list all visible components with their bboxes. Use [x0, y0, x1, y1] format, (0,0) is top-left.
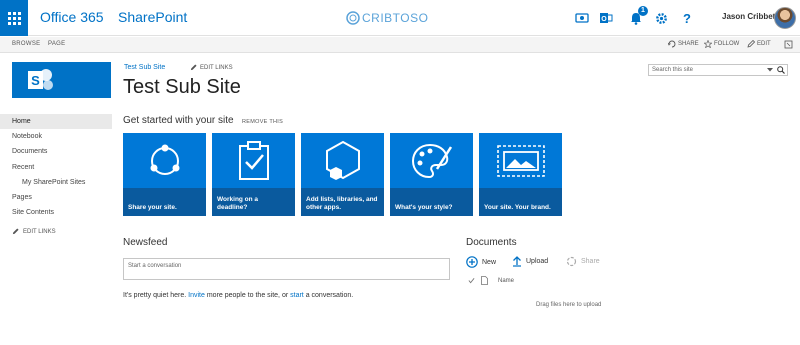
start-link[interactable]: start [290, 292, 304, 299]
share-label: SHARE [678, 41, 699, 47]
get-started-title: Get started with your site [123, 115, 234, 126]
company-logo-text: CRIBTOSO [362, 11, 429, 25]
share-icon [150, 144, 179, 175]
tile-caption: Your site. Your brand. [479, 188, 562, 216]
upload-icon [513, 256, 521, 267]
app-title[interactable]: SharePoint [118, 9, 187, 25]
search-input[interactable]: Search this site [652, 67, 693, 73]
edit-button[interactable]: EDIT [747, 40, 771, 48]
share-documents-label: Share [581, 258, 600, 265]
tile-share-site[interactable]: Share your site. [123, 133, 206, 216]
newsfeed-empty-message: It's pretty quiet here. Invite more peop… [123, 292, 353, 299]
office365-brand[interactable]: Office 365 [40, 9, 104, 25]
tile-caption: What's your style? [390, 188, 473, 216]
search-icon[interactable] [777, 66, 785, 74]
follow-button[interactable]: FOLLOW [704, 40, 739, 48]
site-logo[interactable]: S [12, 62, 111, 98]
svg-text:O: O [601, 16, 607, 23]
tile-caption: Add lists, libraries, and other apps. [301, 188, 384, 216]
follow-label: FOLLOW [714, 41, 740, 47]
search-box[interactable]: Search this site [648, 64, 788, 76]
nav-item-notebook[interactable]: Notebook [0, 129, 112, 144]
sharepoint-logo-icon: S [28, 69, 53, 90]
bell-icon[interactable]: 1 [628, 6, 648, 26]
page-title: Test Sub Site [123, 76, 241, 98]
checkmark-icon[interactable] [468, 277, 475, 284]
share-documents-button[interactable]: Share [566, 256, 600, 267]
video-icon[interactable] [574, 10, 590, 26]
newsfeed-title: Newsfeed [123, 237, 168, 248]
outlook-icon[interactable]: O [598, 10, 614, 26]
quiet-text-pre: It's pretty quiet here. [123, 292, 187, 299]
remove-this-link[interactable]: REMOVE THIS [242, 119, 283, 125]
documents-title: Documents [466, 237, 517, 248]
edit-links-top-button[interactable]: EDIT LINKS [190, 64, 233, 71]
suite-bar: Office 365 SharePoint CRIBTOSO O 1 ? Jas… [0, 0, 800, 36]
quick-launch: Home Notebook Documents Recent My ShareP… [0, 114, 112, 220]
quiet-text-post: a conversation. [305, 292, 354, 299]
waffle-icon[interactable] [0, 0, 28, 36]
share-icon [566, 256, 577, 267]
avatar[interactable] [774, 7, 796, 29]
invite-link[interactable]: Invite [188, 292, 205, 299]
company-logo: CRIBTOSO [346, 9, 428, 27]
picture-icon [496, 145, 545, 177]
tile-brand[interactable]: Your site. Your brand. [479, 133, 562, 216]
breadcrumb[interactable]: Test Sub Site [124, 64, 165, 71]
upload-label: Upload [526, 258, 549, 265]
nav-item-my-sharepoint-sites[interactable]: My SharePoint Sites [0, 175, 112, 190]
help-icon[interactable]: ? [679, 10, 695, 26]
logo-mark-icon [346, 11, 360, 25]
user-name[interactable]: Jason Cribbet [722, 12, 775, 21]
quiet-text-mid: more people to the site, or [206, 292, 289, 299]
svg-text:?: ? [683, 11, 691, 25]
plus-circle-icon [466, 256, 478, 268]
pencil-icon [190, 64, 197, 71]
clipboard-check-icon [238, 141, 269, 180]
documents-column-header: Name [468, 276, 514, 285]
pencil-icon [747, 40, 755, 48]
new-label: New [482, 258, 497, 266]
pencil-icon [12, 228, 19, 235]
share-icon [668, 40, 676, 48]
tile-caption: Working on a deadline? [212, 188, 295, 216]
focus-icon[interactable] [784, 40, 793, 49]
tile-caption: Share your site. [123, 188, 206, 216]
nav-item-documents[interactable]: Documents [0, 144, 112, 159]
ribbon-bar: BROWSE PAGE SHARE FOLLOW EDIT [0, 37, 800, 53]
nav-item-pages[interactable]: Pages [0, 190, 112, 205]
tile-style[interactable]: What's your style? [390, 133, 473, 216]
tile-add-apps[interactable]: Add lists, libraries, and other apps. [301, 133, 384, 216]
star-icon [704, 40, 712, 48]
upload-button[interactable]: Upload [512, 256, 548, 267]
file-type-icon [481, 276, 488, 285]
edit-links-nav-label: EDIT LINKS [23, 228, 56, 235]
tab-browse[interactable]: BROWSE [12, 41, 40, 47]
nav-item-home[interactable]: Home [0, 114, 112, 130]
name-column-header[interactable]: Name [498, 278, 514, 284]
gear-icon[interactable] [653, 10, 669, 26]
hexagon-apps-icon [325, 140, 360, 180]
tab-page[interactable]: PAGE [48, 41, 65, 47]
edit-links-top-label: EDIT LINKS [200, 64, 233, 71]
conversation-placeholder: Start a conversation [128, 263, 182, 269]
nav-item-recent[interactable]: Recent [0, 160, 112, 175]
chevron-down-icon[interactable] [767, 68, 773, 72]
nav-item-site-contents[interactable]: Site Contents [0, 205, 112, 220]
conversation-input[interactable]: Start a conversation [123, 258, 450, 280]
notification-badge: 1 [638, 6, 648, 16]
palette-icon [411, 143, 452, 179]
edit-label: EDIT [757, 41, 771, 47]
svg-text:S: S [31, 73, 40, 88]
edit-links-nav-button[interactable]: EDIT LINKS [12, 228, 56, 235]
share-button[interactable]: SHARE [668, 40, 699, 48]
new-document-button[interactable]: New [466, 256, 496, 268]
tile-deadline[interactable]: Working on a deadline? [212, 133, 295, 216]
drop-zone-hint: Drag files here to upload [536, 302, 602, 308]
